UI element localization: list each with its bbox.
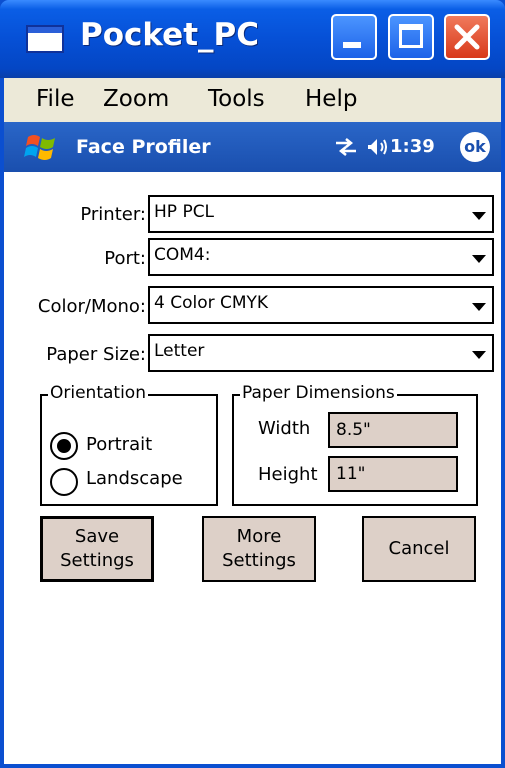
app-title: Face Profiler bbox=[76, 136, 211, 158]
portrait-label[interactable]: Portrait bbox=[86, 434, 152, 455]
menu-help[interactable]: Help bbox=[305, 86, 357, 112]
landscape-radio[interactable] bbox=[50, 468, 78, 496]
width-field: 8.5" bbox=[328, 412, 458, 448]
color-mono-label: Color/Mono: bbox=[37, 296, 146, 317]
landscape-label[interactable]: Landscape bbox=[86, 468, 183, 489]
menu-zoom[interactable]: Zoom bbox=[103, 86, 169, 112]
save-settings-line2: Settings bbox=[60, 550, 134, 571]
form-area: Printer: HP PCL Port: COM4: Color/Mono: … bbox=[4, 172, 501, 764]
printer-dropdown[interactable]: HP PCL bbox=[148, 195, 494, 233]
more-settings-line2: Settings bbox=[222, 550, 296, 571]
color-mono-dropdown[interactable]: 4 Color CMYK bbox=[148, 286, 494, 324]
menu-bar: File Zoom Tools Help bbox=[4, 78, 501, 122]
portrait-radio[interactable] bbox=[50, 432, 78, 460]
speaker-icon[interactable] bbox=[367, 135, 387, 159]
menu-file[interactable]: File bbox=[36, 86, 75, 112]
printer-value: HP PCL bbox=[154, 202, 215, 222]
chevron-down-icon bbox=[472, 351, 486, 359]
maximize-icon bbox=[399, 24, 423, 48]
chevron-down-icon bbox=[472, 303, 486, 311]
chevron-down-icon bbox=[472, 212, 486, 220]
width-label: Width bbox=[258, 418, 311, 439]
maximize-button[interactable] bbox=[388, 14, 434, 60]
chevron-down-icon bbox=[472, 255, 486, 263]
window-title-bar[interactable]: Pocket_PC bbox=[0, 0, 505, 78]
paper-dimensions-legend: Paper Dimensions bbox=[240, 383, 397, 403]
orientation-group: Orientation Portrait Landscape bbox=[40, 383, 218, 506]
paper-size-label: Paper Size: bbox=[46, 344, 146, 365]
window-title: Pocket_PC bbox=[80, 17, 259, 53]
save-settings-line1: Save bbox=[74, 526, 120, 547]
orientation-legend: Orientation bbox=[48, 383, 148, 403]
ok-button[interactable]: ok bbox=[460, 132, 490, 162]
close-button[interactable] bbox=[444, 14, 490, 60]
cancel-label: Cancel bbox=[388, 538, 450, 559]
printer-label: Printer: bbox=[80, 204, 146, 225]
minimize-button[interactable] bbox=[331, 14, 377, 60]
windows-start-icon[interactable] bbox=[24, 131, 58, 163]
more-settings-button[interactable]: More Settings bbox=[202, 516, 316, 582]
paper-dimensions-group: Paper Dimensions Width 8.5" Height 11" bbox=[232, 383, 478, 506]
paper-size-value: Letter bbox=[154, 341, 205, 361]
more-settings-line1: More bbox=[236, 526, 282, 547]
height-value: 11" bbox=[336, 464, 366, 484]
close-icon bbox=[454, 24, 480, 50]
app-window-icon bbox=[26, 25, 64, 53]
port-value: COM4: bbox=[154, 245, 211, 265]
height-label: Height bbox=[258, 464, 318, 485]
width-value: 8.5" bbox=[336, 420, 371, 440]
minimize-icon bbox=[343, 42, 361, 48]
height-field: 11" bbox=[328, 456, 458, 492]
pda-title-bar: Face Profiler 1:39 ok bbox=[4, 122, 501, 172]
port-label: Port: bbox=[104, 248, 146, 269]
save-settings-button[interactable]: Save Settings bbox=[40, 516, 154, 582]
pocket-pc-window: Pocket_PC File Zoom Tools Help Face Prof… bbox=[0, 0, 505, 768]
menu-tools[interactable]: Tools bbox=[208, 86, 265, 112]
cancel-button[interactable]: Cancel bbox=[362, 516, 476, 582]
color-mono-value: 4 Color CMYK bbox=[154, 293, 269, 313]
connectivity-icon[interactable] bbox=[334, 137, 358, 157]
port-dropdown[interactable]: COM4: bbox=[148, 238, 494, 276]
clock-time: 1:39 bbox=[390, 136, 435, 157]
paper-size-dropdown[interactable]: Letter bbox=[148, 334, 494, 372]
